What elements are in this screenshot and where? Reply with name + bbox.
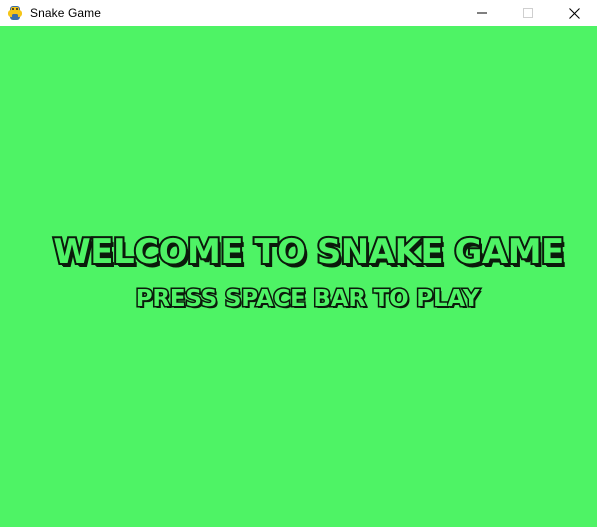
minimize-button[interactable] xyxy=(459,0,505,26)
window-controls xyxy=(459,0,597,26)
python-snake-icon xyxy=(7,5,23,21)
minimize-icon xyxy=(477,12,487,14)
close-button[interactable] xyxy=(551,0,597,26)
game-canvas[interactable]: WELCOME TO SNAKE GAME PRESS SPACE BAR TO… xyxy=(0,26,597,527)
title-bar[interactable]: Snake Game xyxy=(0,0,597,26)
maximize-button[interactable] xyxy=(505,0,551,26)
game-window: Snake Game WELCOME TO SNAKE GAME PRESS S… xyxy=(0,0,597,527)
start-prompt: PRESS SPACE BAR TO PLAY xyxy=(134,285,481,314)
close-icon xyxy=(568,7,580,19)
welcome-title: WELCOME TO SNAKE GAME xyxy=(51,230,566,274)
window-title: Snake Game xyxy=(30,6,102,20)
maximize-icon xyxy=(523,8,533,18)
